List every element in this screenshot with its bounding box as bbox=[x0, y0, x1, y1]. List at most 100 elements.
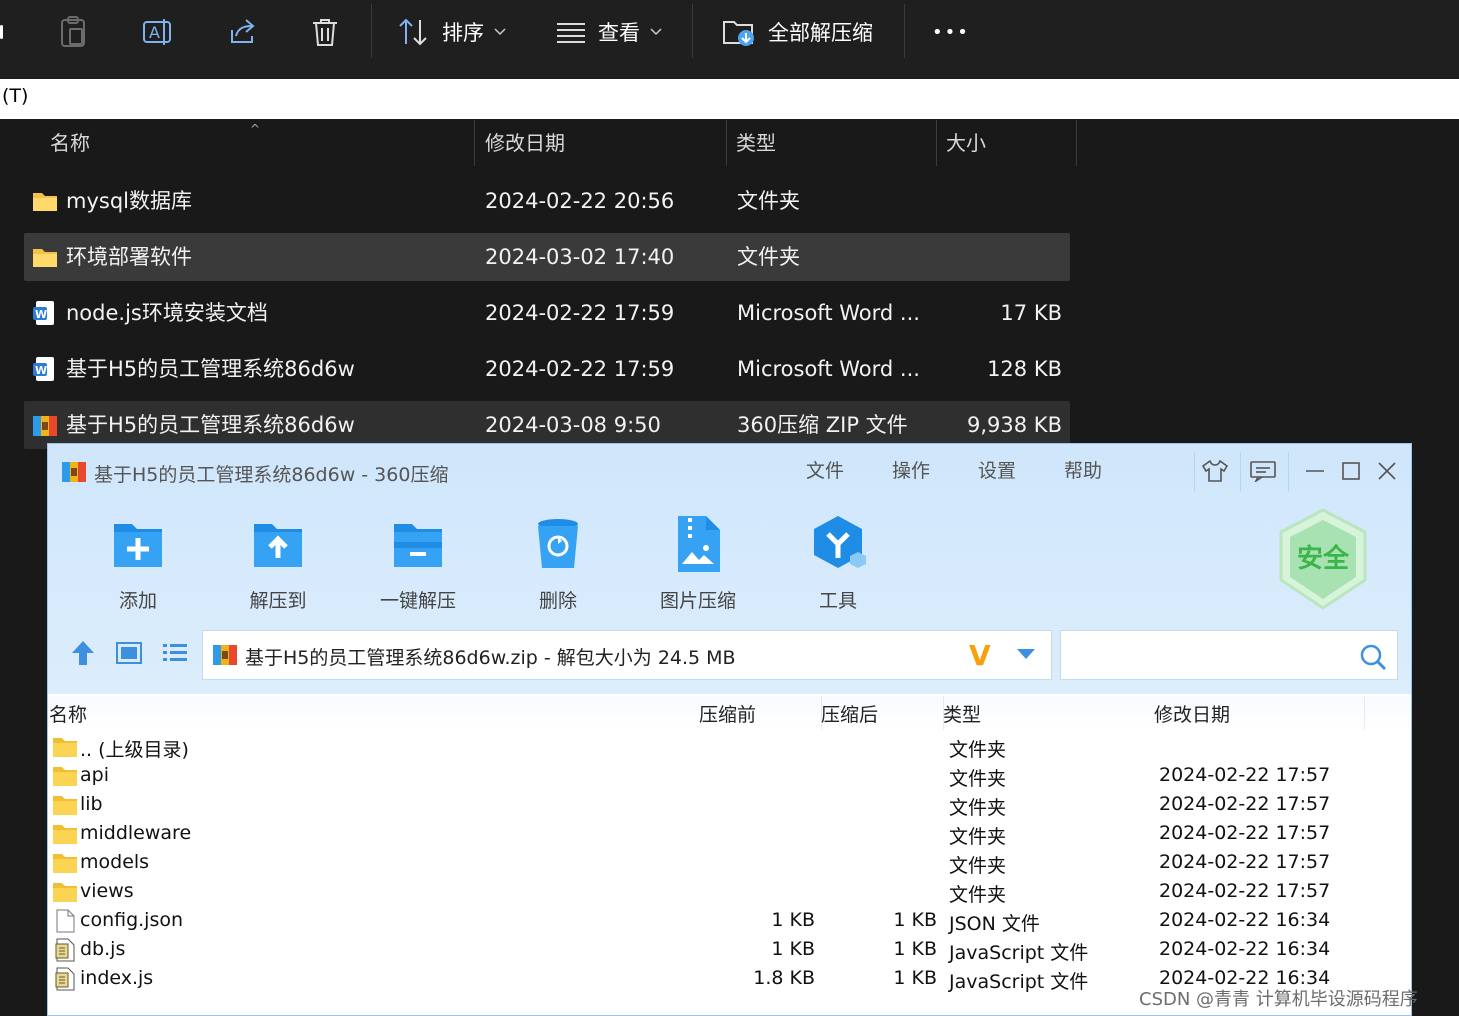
folder-icon bbox=[53, 796, 77, 815]
extract-all-button[interactable]: 全部解压缩 bbox=[722, 12, 873, 52]
paste-icon[interactable] bbox=[58, 12, 88, 52]
search-input[interactable] bbox=[1060, 630, 1398, 680]
item-before: 1.8 KB bbox=[753, 967, 815, 989]
extract-to-button[interactable]: 解压到 bbox=[228, 514, 328, 613]
item-after: 1 KB bbox=[893, 909, 937, 931]
item-type: JavaScript 文件 bbox=[949, 942, 1089, 964]
title-divider bbox=[1288, 452, 1289, 492]
column-before[interactable]: 压缩前 bbox=[699, 700, 756, 727]
more-options-button[interactable]: ••• bbox=[932, 12, 970, 52]
skin-icon[interactable] bbox=[1198, 454, 1232, 488]
word-doc-icon: W bbox=[33, 301, 54, 325]
sort-ascending-icon: ^ bbox=[250, 122, 261, 136]
security-label: 安全 bbox=[1296, 544, 1349, 574]
add-button[interactable]: 添加 bbox=[88, 514, 188, 613]
delete-button[interactable]: 删除 bbox=[508, 514, 608, 613]
zip-window: 基于H5的员工管理系统86d6w - 360压缩 文件 操作 设置 帮助 添加 … bbox=[47, 443, 1412, 1016]
column-divider[interactable] bbox=[1364, 696, 1365, 730]
column-divider[interactable] bbox=[474, 120, 475, 166]
extract-to-label: 解压到 bbox=[249, 590, 307, 612]
menu-file[interactable]: 文件 bbox=[806, 456, 844, 483]
one-click-extract-label: 一键解压 bbox=[379, 590, 456, 612]
column-modified[interactable]: 修改日期 bbox=[1154, 700, 1230, 727]
column-size[interactable]: 大小 bbox=[946, 120, 986, 166]
item-after: 1 KB bbox=[893, 967, 937, 989]
column-divider[interactable] bbox=[1076, 120, 1077, 166]
file-row[interactable]: W node.js环境安装文档 2024-02-22 17:59 Microso… bbox=[24, 289, 1070, 337]
zip-archive-icon bbox=[62, 462, 86, 482]
file-size: 128 KB bbox=[987, 357, 1062, 381]
tools-button[interactable]: 工具 bbox=[788, 514, 888, 613]
item-type: 文件夹 bbox=[949, 826, 1007, 848]
minimize-icon[interactable] bbox=[1298, 454, 1332, 488]
column-name[interactable]: 名称 bbox=[49, 700, 87, 727]
zip-archive-icon bbox=[213, 645, 237, 665]
feedback-icon[interactable] bbox=[1246, 454, 1280, 488]
path-bar[interactable]: (T) bbox=[0, 79, 1459, 119]
tools-label: 工具 bbox=[818, 590, 857, 612]
column-modified[interactable]: 修改日期 bbox=[485, 120, 565, 166]
menu-help[interactable]: 帮助 bbox=[1064, 456, 1102, 483]
item-modified: 2024-02-22 16:34 bbox=[1159, 938, 1331, 960]
image-compress-label: 图片压缩 bbox=[659, 590, 736, 612]
image-compress-icon bbox=[678, 516, 720, 572]
file-type: Microsoft Word ... bbox=[737, 357, 920, 381]
security-shield-badge[interactable]: 安全 bbox=[1277, 508, 1369, 612]
file-row-selected[interactable]: 环境部署软件 2024-03-02 17:40 文件夹 bbox=[24, 233, 1070, 281]
navigation-bar: 基于H5的员工管理系统86d6w.zip - 解包大小为 24.5 MB V bbox=[48, 624, 1411, 684]
share-icon[interactable] bbox=[226, 12, 258, 52]
sort-button[interactable]: 排序 bbox=[398, 12, 506, 52]
up-arrow-icon[interactable] bbox=[68, 638, 98, 668]
toolbar-edge bbox=[0, 12, 3, 52]
column-type[interactable]: 类型 bbox=[736, 120, 776, 166]
item-type: 文件夹 bbox=[949, 855, 1007, 877]
zip-archive-icon bbox=[33, 416, 57, 436]
list-item[interactable]: api 文件夹 2024-02-22 17:57 bbox=[48, 762, 1411, 791]
list-item[interactable]: .. (上级目录) 文件夹 bbox=[48, 733, 1411, 762]
file-row[interactable]: mysql数据库 2024-02-22 20:56 文件夹 bbox=[24, 177, 1070, 225]
file-row[interactable]: W 基于H5的员工管理系统86d6w 2024-02-22 17:59 Micr… bbox=[24, 345, 1070, 393]
column-name[interactable]: 名称 bbox=[50, 120, 90, 166]
menu-settings[interactable]: 设置 bbox=[978, 456, 1016, 483]
address-text: 基于H5的员工管理系统86d6w.zip - 解包大小为 24.5 MB bbox=[245, 647, 736, 669]
list-item[interactable]: db.js 1 KB 1 KB JavaScript 文件 2024-02-22… bbox=[48, 936, 1411, 965]
item-before: 1 KB bbox=[771, 938, 815, 960]
column-divider[interactable] bbox=[936, 120, 937, 166]
one-click-extract-icon bbox=[394, 524, 442, 567]
search-icon[interactable] bbox=[1359, 643, 1387, 671]
rename-icon[interactable]: A bbox=[142, 12, 174, 52]
column-after[interactable]: 压缩后 bbox=[821, 700, 878, 727]
column-type[interactable]: 类型 bbox=[943, 700, 981, 727]
view-button[interactable]: 查看 bbox=[556, 12, 662, 52]
list-item[interactable]: models 文件夹 2024-02-22 17:57 bbox=[48, 849, 1411, 878]
delete-icon[interactable] bbox=[310, 12, 340, 52]
image-compress-button[interactable]: 图片压缩 bbox=[648, 514, 748, 613]
maximize-icon[interactable] bbox=[1334, 454, 1368, 488]
item-type: 文件夹 bbox=[949, 884, 1007, 906]
list-view-icon[interactable] bbox=[160, 638, 190, 668]
item-type: JSON 文件 bbox=[949, 913, 1040, 935]
vip-icon[interactable]: V bbox=[969, 639, 991, 672]
folder-icon bbox=[53, 883, 77, 902]
file-name: 环境部署软件 bbox=[66, 245, 192, 269]
item-name: index.js bbox=[80, 967, 154, 989]
dropdown-arrow-icon[interactable] bbox=[1015, 647, 1037, 661]
address-bar[interactable]: 基于H5的员工管理系统86d6w.zip - 解包大小为 24.5 MB V bbox=[202, 630, 1052, 680]
file-row-selected[interactable]: 基于H5的员工管理系统86d6w 2024-03-08 9:50 360压缩 Z… bbox=[24, 401, 1070, 449]
watermark-text: CSDN @青青 计算机毕设源码程序 bbox=[1139, 989, 1418, 1010]
item-before: 1 KB bbox=[771, 909, 815, 931]
column-divider[interactable] bbox=[726, 120, 727, 166]
one-click-extract-button[interactable]: 一键解压 bbox=[368, 514, 468, 613]
thumbnail-view-icon[interactable] bbox=[114, 638, 144, 668]
menu-operation[interactable]: 操作 bbox=[892, 456, 930, 483]
svg-text:A: A bbox=[149, 23, 160, 42]
file-type: 文件夹 bbox=[737, 245, 800, 269]
extract-folder-icon bbox=[723, 21, 754, 46]
close-icon[interactable] bbox=[1370, 454, 1404, 488]
file-modified: 2024-02-22 17:59 bbox=[485, 357, 675, 381]
list-item[interactable]: config.json 1 KB 1 KB JSON 文件 2024-02-22… bbox=[48, 907, 1411, 936]
file-size: 17 KB bbox=[1000, 301, 1062, 325]
list-item[interactable]: views 文件夹 2024-02-22 17:57 bbox=[48, 878, 1411, 907]
list-item[interactable]: middleware 文件夹 2024-02-22 17:57 bbox=[48, 820, 1411, 849]
list-item[interactable]: lib 文件夹 2024-02-22 17:57 bbox=[48, 791, 1411, 820]
